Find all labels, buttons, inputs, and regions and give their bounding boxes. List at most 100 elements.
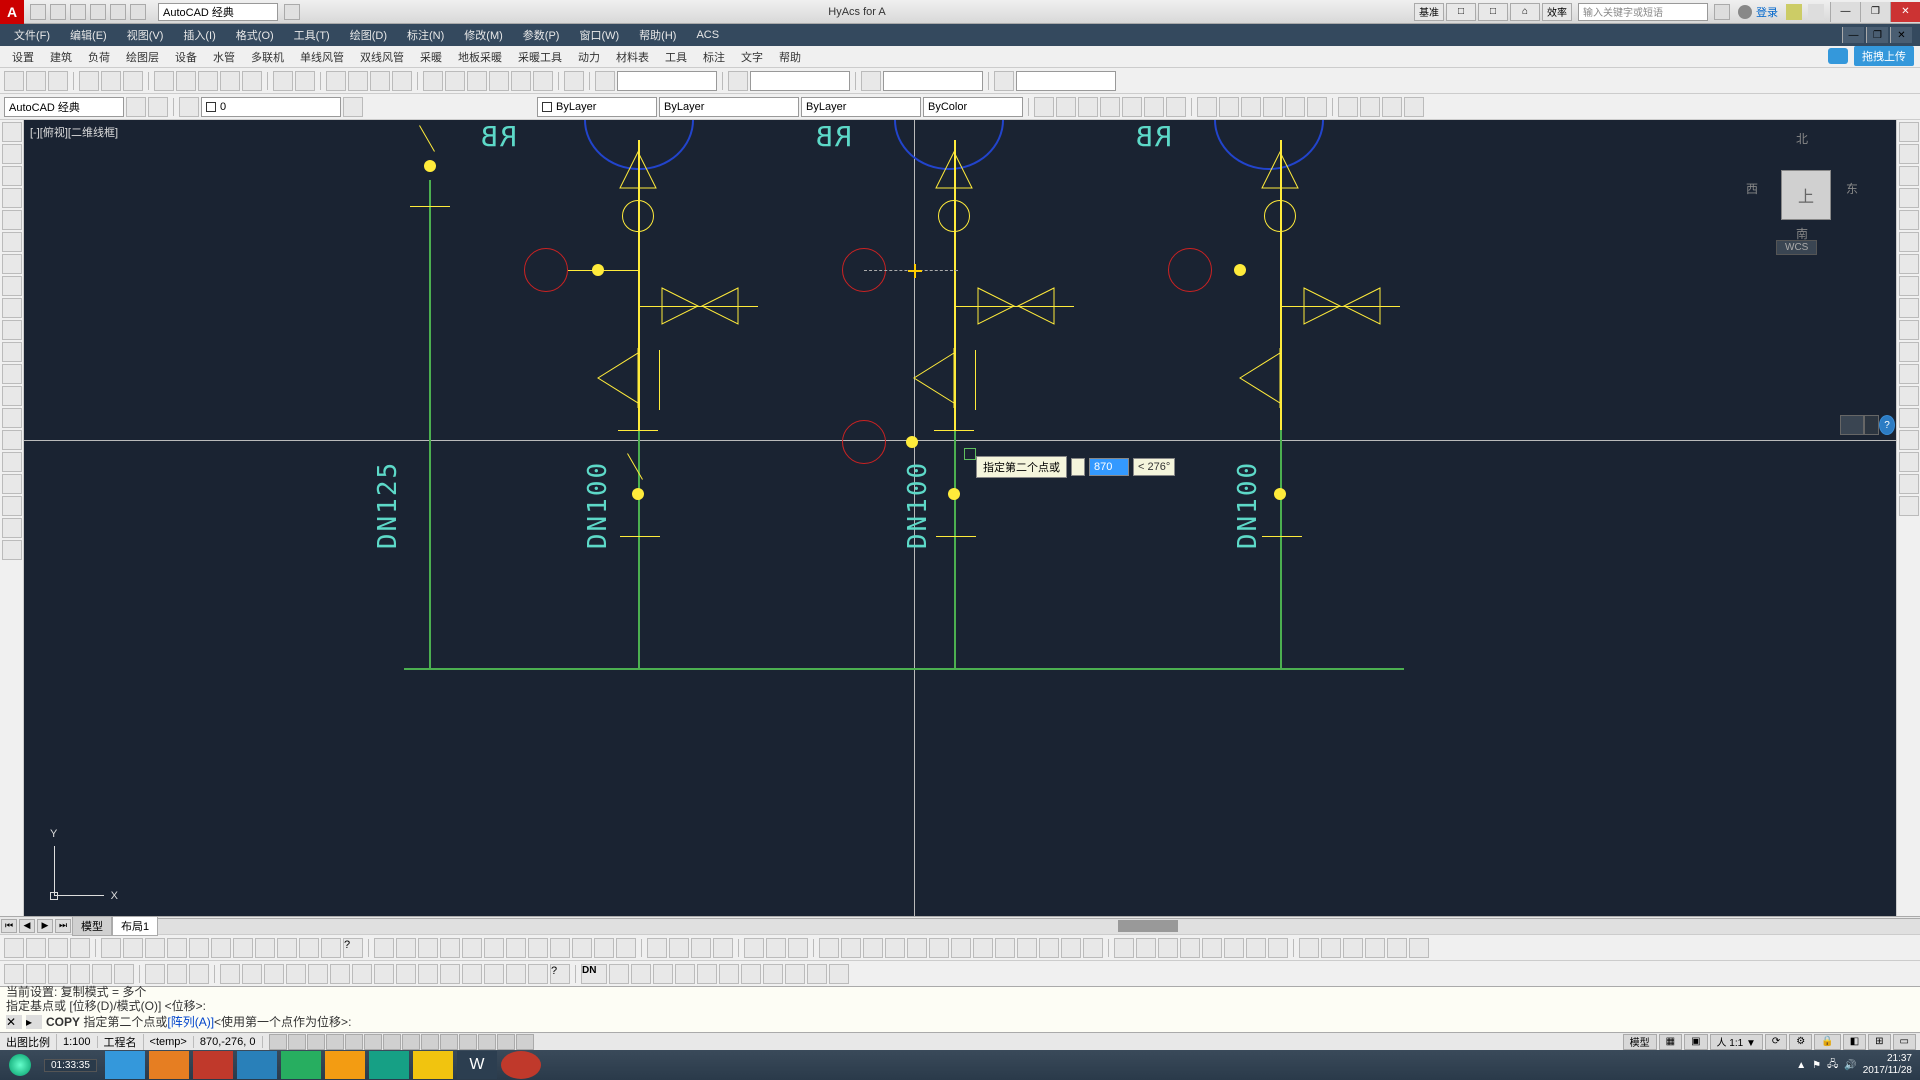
addsel-icon[interactable] <box>2 540 22 560</box>
qp-toggle[interactable] <box>478 1034 496 1050</box>
ellipsearc-icon[interactable] <box>2 342 22 362</box>
bt1-icon[interactable] <box>1246 938 1266 958</box>
bt1-icon[interactable] <box>255 938 275 958</box>
ducs-toggle[interactable] <box>402 1034 420 1050</box>
bt2-icon[interactable] <box>220 964 240 984</box>
status-model-button[interactable]: 模型 <box>1623 1034 1657 1050</box>
bt1-icon[interactable] <box>907 938 927 958</box>
osnap-toggle[interactable] <box>345 1034 363 1050</box>
bt1-icon[interactable] <box>277 938 297 958</box>
zoom-icon[interactable] <box>348 71 368 91</box>
tab-model[interactable]: 模型 <box>72 916 112 936</box>
dyn-angle-field[interactable]: < 276° <box>1133 458 1175 476</box>
workspace-settings-icon[interactable] <box>126 97 146 117</box>
break-icon[interactable] <box>1899 364 1919 384</box>
tab-last-icon[interactable]: ⏭ <box>55 919 71 933</box>
bt1-icon[interactable] <box>1299 938 1319 958</box>
designcenter-icon[interactable] <box>445 71 465 91</box>
am-toggle[interactable] <box>516 1034 534 1050</box>
pmenu-single-duct[interactable]: 单线风管 <box>292 49 352 65</box>
bt2-icon[interactable] <box>462 964 482 984</box>
bt1-icon[interactable] <box>594 938 614 958</box>
tab-first-icon[interactable]: ⏮ <box>1 919 17 933</box>
doc-maximize-button[interactable]: ❐ <box>1866 27 1888 43</box>
dyn-toggle[interactable] <box>421 1034 439 1050</box>
pmenu-tools[interactable]: 工具 <box>657 49 695 65</box>
title-tab-2[interactable]: □ <box>1446 3 1476 21</box>
tb2-e[interactable] <box>1122 97 1142 117</box>
mod-extra1-icon[interactable] <box>1899 496 1919 516</box>
qat-print-icon[interactable] <box>90 4 106 20</box>
taskbar-wps-icon[interactable]: W <box>457 1051 497 1079</box>
right-help-icon[interactable]: ? <box>1879 415 1895 435</box>
paste-icon[interactable] <box>198 71 218 91</box>
bt1-icon[interactable] <box>167 938 187 958</box>
rectangle-icon[interactable] <box>2 210 22 230</box>
bt2-icon[interactable] <box>167 964 187 984</box>
pline-icon[interactable] <box>2 166 22 186</box>
bt1-icon[interactable] <box>951 938 971 958</box>
bt1-icon[interactable] <box>1343 938 1363 958</box>
pmenu-material[interactable]: 材料表 <box>608 49 657 65</box>
doc-minimize-button[interactable]: — <box>1842 27 1864 43</box>
move-icon[interactable] <box>1899 232 1919 252</box>
bt1-icon[interactable] <box>4 938 24 958</box>
bt1-icon[interactable] <box>691 938 711 958</box>
bt2-icon[interactable] <box>418 964 438 984</box>
minimize-button[interactable]: — <box>1830 2 1860 22</box>
ellipse-icon[interactable] <box>2 320 22 340</box>
bt2-icon[interactable] <box>484 964 504 984</box>
line-icon[interactable] <box>2 122 22 142</box>
cmd-close-icon[interactable]: ✕ <box>6 1015 22 1029</box>
bt1-icon[interactable] <box>462 938 482 958</box>
bt1-icon[interactable] <box>233 938 253 958</box>
mleaderstyle-dropdown[interactable] <box>1016 71 1116 91</box>
textstyle-icon[interactable] <box>595 71 615 91</box>
menu-modify[interactable]: 修改(M) <box>454 27 513 43</box>
properties-icon[interactable] <box>423 71 443 91</box>
bt1-icon[interactable] <box>418 938 438 958</box>
taskbar-app-icon[interactable] <box>149 1051 189 1079</box>
menu-window[interactable]: 窗口(W) <box>569 27 629 43</box>
bt1-icon[interactable] <box>123 938 143 958</box>
lwt-toggle[interactable] <box>440 1034 458 1050</box>
bt1-icon[interactable] <box>101 938 121 958</box>
workspace-select[interactable]: AutoCAD 经典 <box>4 97 124 117</box>
viewcube-west[interactable]: 西 <box>1746 180 1758 197</box>
title-tab-3[interactable]: □ <box>1478 3 1508 21</box>
menu-acs[interactable]: ACS <box>686 29 729 41</box>
bt2-icon[interactable] <box>308 964 328 984</box>
save-icon[interactable] <box>48 71 68 91</box>
bt2-icon[interactable] <box>396 964 416 984</box>
fillet-icon[interactable] <box>1899 430 1919 450</box>
bt2-icon[interactable] <box>675 964 695 984</box>
cmd-option[interactable]: [阵列(A)] <box>167 1013 214 1030</box>
tb2-p[interactable] <box>1382 97 1402 117</box>
tb2-j[interactable] <box>1241 97 1261 117</box>
menu-tools[interactable]: 工具(T) <box>284 27 340 43</box>
bt2-icon[interactable] <box>741 964 761 984</box>
tb2-o[interactable] <box>1360 97 1380 117</box>
trim-icon[interactable] <box>1899 320 1919 340</box>
bt2-icon[interactable] <box>440 964 460 984</box>
mirror-icon[interactable] <box>1899 166 1919 186</box>
rotate-icon[interactable] <box>1899 254 1919 274</box>
pmenu-building[interactable]: 建筑 <box>42 49 80 65</box>
bt1-icon[interactable] <box>1017 938 1037 958</box>
bt1-icon[interactable] <box>1202 938 1222 958</box>
right-help-seg1[interactable] <box>1840 415 1864 435</box>
dyn-toggle-icon[interactable] <box>1071 458 1085 476</box>
bt1-icon[interactable] <box>616 938 636 958</box>
tb2-m[interactable] <box>1307 97 1327 117</box>
doc-close-button[interactable]: ✕ <box>1890 27 1912 43</box>
bt2-icon[interactable] <box>763 964 783 984</box>
qat-new-icon[interactable] <box>30 4 46 20</box>
layer-props-icon[interactable] <box>179 97 199 117</box>
pmenu-heating-tools[interactable]: 采暖工具 <box>510 49 570 65</box>
mtext-icon[interactable] <box>2 518 22 538</box>
pmenu-drawlayer[interactable]: 绘图层 <box>118 49 167 65</box>
bt1-icon[interactable] <box>819 938 839 958</box>
color-dropdown[interactable]: ByLayer <box>537 97 657 117</box>
bt1-icon[interactable] <box>48 938 68 958</box>
menu-parametric[interactable]: 参数(P) <box>513 27 570 43</box>
